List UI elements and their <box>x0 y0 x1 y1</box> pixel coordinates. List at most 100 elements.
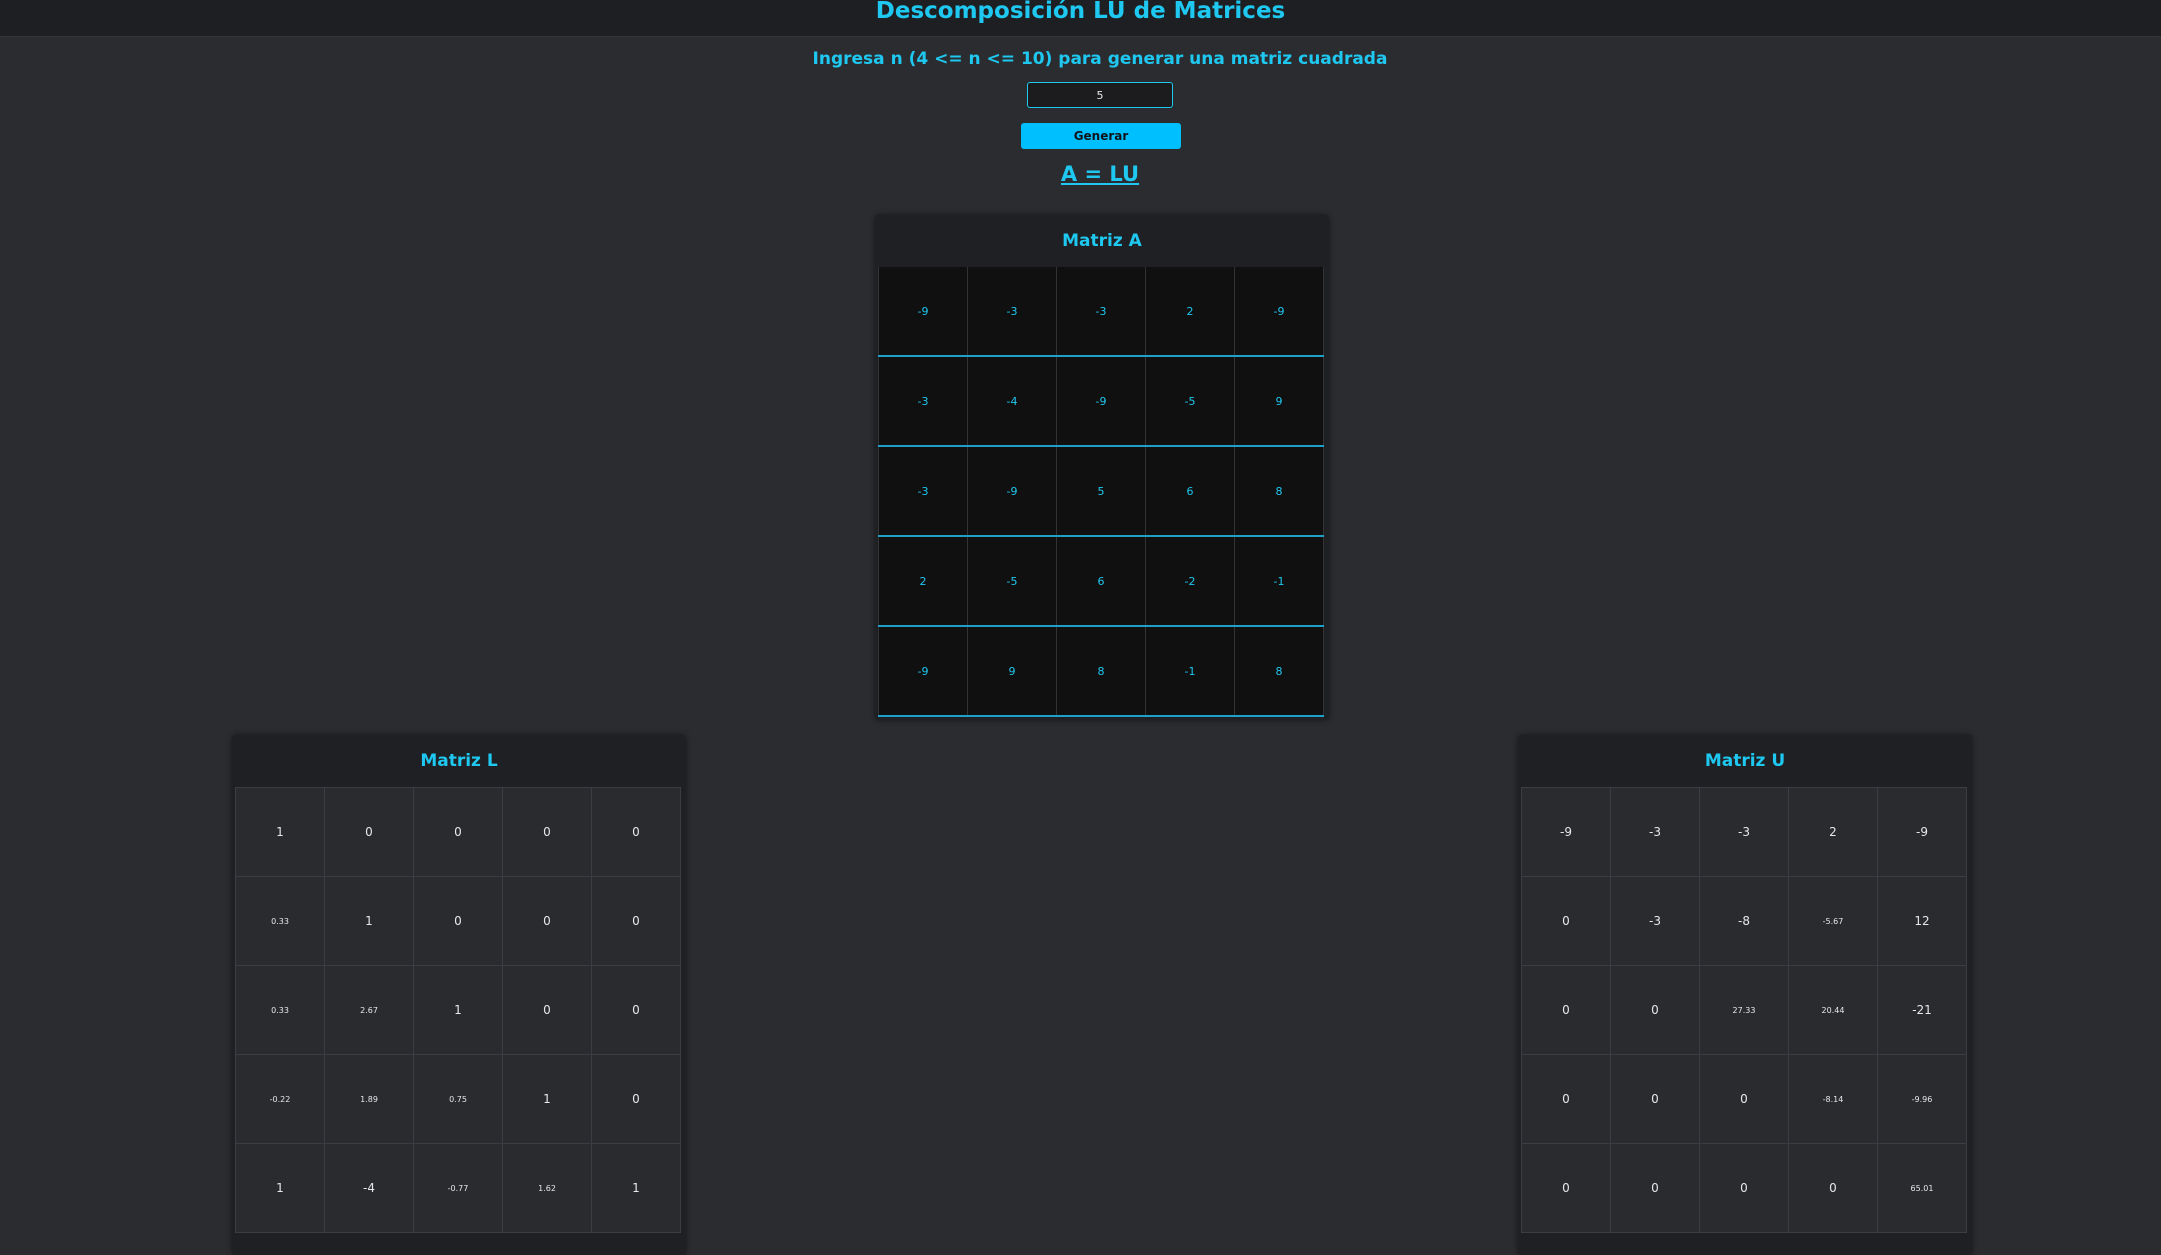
matrix-cell: -9 <box>1056 356 1146 447</box>
matrix-row: 0.33 1 0 0 0 <box>235 876 681 966</box>
matrix-row: -3 -4 -9 -5 9 <box>878 356 1324 447</box>
matrix-row: -3 -9 5 6 8 <box>878 446 1324 537</box>
matrix-row: -9 9 8 -1 8 <box>878 626 1324 717</box>
matrix-cell: -4 <box>324 1143 414 1233</box>
matrix-cell: 5 <box>1056 446 1146 537</box>
matrix-row: 0 0 0 0 65.01 <box>1521 1143 1967 1233</box>
matrix-cell: 2 <box>1788 787 1878 877</box>
matrix-cell: -3 <box>967 267 1057 357</box>
matrix-cell: -2 <box>1145 536 1235 627</box>
matrix-cell: 0 <box>1610 1054 1700 1144</box>
matrix-cell: -3 <box>1056 267 1146 357</box>
matrix-row: -9 -3 -3 2 -9 <box>1521 787 1967 877</box>
matrix-u-table: -9 -3 -3 2 -9 0 -3 -8 -5.67 12 0 0 27.33 20.44 -21 0 0 0-… <box>1521 787 1967 1233</box>
matrix-cell: 2.67 <box>324 965 414 1055</box>
matrix-cell: 0 <box>1521 876 1611 966</box>
matrix-cell: 0.33 <box>235 876 325 966</box>
matrix-cell: -3 <box>878 446 968 537</box>
matrix-cell: 0 <box>591 1054 681 1144</box>
matrix-row: 0 0 27.33 20.44 -21 <box>1521 965 1967 1055</box>
matrix-cell: 8 <box>1056 626 1146 717</box>
matrix-cell: 0 <box>1521 1054 1611 1144</box>
matrix-u-title: Matriz U <box>1704 751 1786 771</box>
matrix-l-panel: Matriz L 1 0 0 0 0 0.33 1 0 0 0 0.33 2.67 1 0 0 -0.22 1.… <box>232 735 686 1255</box>
matrix-cell: 0 <box>413 876 503 966</box>
matrix-cell: -9 <box>1234 267 1324 357</box>
matrix-row: 0.33 2.67 1 0 0 <box>235 965 681 1055</box>
matrix-cell: 1 <box>324 876 414 966</box>
matrix-row: 0 -3 -8 -5.67 12 <box>1521 876 1967 966</box>
matrix-cell: -5.67 <box>1788 876 1878 966</box>
matrix-l-title: Matriz L <box>420 751 498 771</box>
matrix-l-table: 1 0 0 0 0 0.33 1 0 0 0 0.33 2.67 1 0 0 -0.22 1.89 0.75 1 0 1… <box>235 787 681 1233</box>
matrix-cell: 0 <box>591 965 681 1055</box>
matrix-size-input[interactable] <box>1027 82 1173 108</box>
matrix-cell: 0 <box>1610 965 1700 1055</box>
matrix-cell: 1.89 <box>324 1054 414 1144</box>
matrix-cell: 9 <box>1234 356 1324 447</box>
matrix-cell: 0 <box>1521 1143 1611 1233</box>
matrix-cell: 0 <box>324 787 414 877</box>
matrix-cell: -9 <box>1521 787 1611 877</box>
matrix-row: 10000 <box>235 787 681 877</box>
matrix-cell: 2 <box>878 536 968 627</box>
matrix-cell: 9 <box>967 626 1057 717</box>
matrix-cell: 0 <box>502 787 592 877</box>
matrix-cell: 65.01 <box>1877 1143 1967 1233</box>
matrix-cell: -8.14 <box>1788 1054 1878 1144</box>
matrix-cell: 0 <box>502 965 592 1055</box>
matrix-cell: -0.22 <box>235 1054 325 1144</box>
matrix-cell: 0 <box>413 787 503 877</box>
matrix-row: 1 -4 -0.77 1.62 1 <box>235 1143 681 1233</box>
matrix-a-table: -9 -3 -3 2 -9 -3 -4 -9 -5 9 -3 -9 5 6 8 2 -5 6 -2 -1 -9 9 8 -1 8 <box>878 267 1324 717</box>
matrix-cell: 0.33 <box>235 965 325 1055</box>
matrix-cell: 27.33 <box>1699 965 1789 1055</box>
matrix-cell: -9.96 <box>1877 1054 1967 1144</box>
matrix-cell: 0 <box>502 876 592 966</box>
matrix-cell: -3 <box>1699 787 1789 877</box>
matrix-cell: 0 <box>1699 1054 1789 1144</box>
matrix-cell: -3 <box>1610 876 1700 966</box>
matrix-row: 0 0 0 -8.14 -9.96 <box>1521 1054 1967 1144</box>
matrix-cell: -21 <box>1877 965 1967 1055</box>
matrix-cell: -9 <box>967 446 1057 537</box>
matrix-cell: 8 <box>1234 446 1324 537</box>
matrix-cell: 6 <box>1145 446 1235 537</box>
page-title: Descomposición LU de Matrices <box>875 0 1286 24</box>
matrix-cell: -3 <box>878 356 968 447</box>
matrix-cell: -0.77 <box>413 1143 503 1233</box>
generate-button[interactable]: Generar <box>1021 123 1181 149</box>
matrix-cell: 12 <box>1877 876 1967 966</box>
matrix-cell: -8 <box>1699 876 1789 966</box>
matrix-cell: 1.62 <box>502 1143 592 1233</box>
matrix-cell: -1 <box>1234 536 1324 627</box>
matrix-cell: 0 <box>591 876 681 966</box>
matrix-cell: -5 <box>1145 356 1235 447</box>
matrix-row: -0.22 1.89 0.75 1 0 <box>235 1054 681 1144</box>
matrix-a-title: Matriz A <box>1062 231 1142 251</box>
matrix-cell: 0 <box>1699 1143 1789 1233</box>
matrix-a-panel: Matriz A -9 -3 -3 2 -9 -3 -4 -9 -5 9 -3 -9 5 6 8 2 -5 6 -2… <box>875 215 1329 720</box>
matrix-cell: 6 <box>1056 536 1146 627</box>
matrix-cell: 0.75 <box>413 1054 503 1144</box>
matrix-cell: 1 <box>413 965 503 1055</box>
matrix-cell: -3 <box>1610 787 1700 877</box>
matrix-cell: 0 <box>1788 1143 1878 1233</box>
matrix-cell: -4 <box>967 356 1057 447</box>
matrix-cell: 1 <box>235 1143 325 1233</box>
matrix-cell: -9 <box>1877 787 1967 877</box>
matrix-cell: 0 <box>1521 965 1611 1055</box>
matrix-cell: 8 <box>1234 626 1324 717</box>
matrix-row: 2 -5 6 -2 -1 <box>878 536 1324 627</box>
matrix-cell: -9 <box>878 626 968 717</box>
matrix-u-panel: Matriz U -9 -3 -3 2 -9 0 -3 -8 -5.67 12 0 0 27.33 20.… <box>1518 735 1972 1255</box>
header-bar: Descomposición LU de Matrices <box>0 0 2161 37</box>
matrix-cell: 1 <box>591 1143 681 1233</box>
matrix-cell: -1 <box>1145 626 1235 717</box>
matrix-cell: 0 <box>591 787 681 877</box>
matrix-cell: -5 <box>967 536 1057 627</box>
size-prompt: Ingresa n (4 <= n <= 10) para generar un… <box>812 49 1388 69</box>
matrix-cell: 20.44 <box>1788 965 1878 1055</box>
matrix-cell: 0 <box>1610 1143 1700 1233</box>
matrix-cell: -9 <box>878 267 968 357</box>
